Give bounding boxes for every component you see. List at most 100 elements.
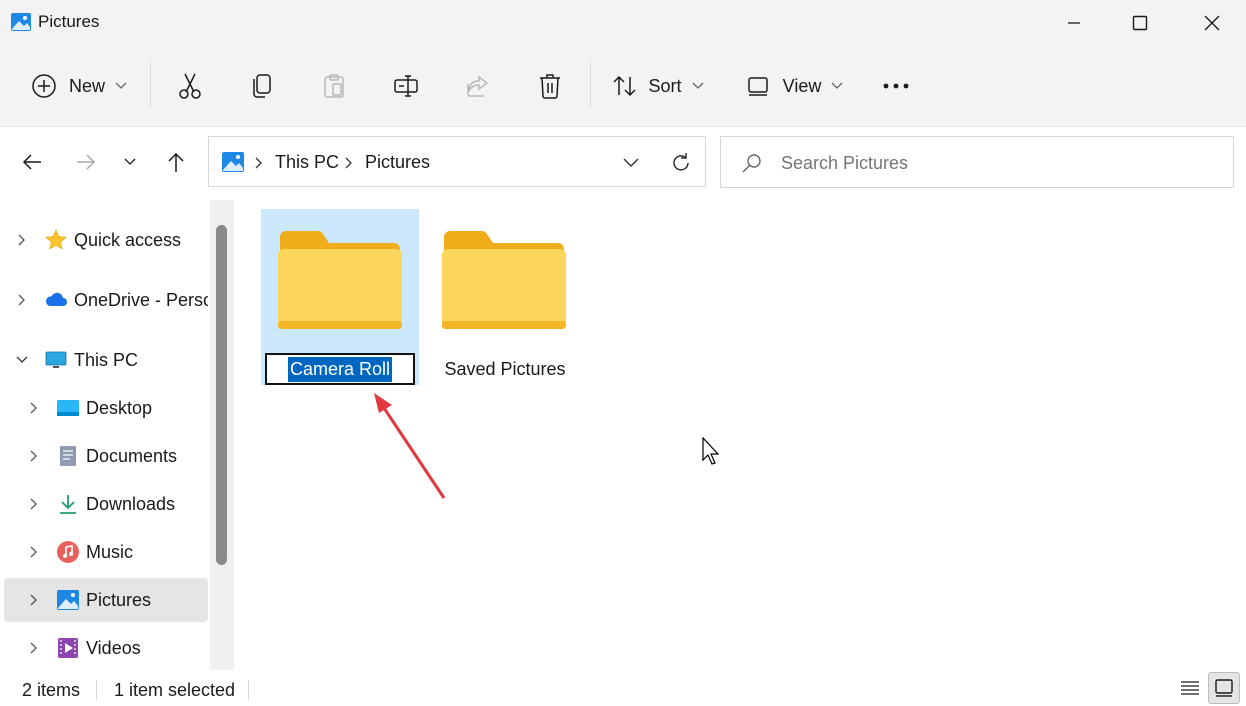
- sort-icon: [613, 75, 637, 97]
- minimize-button[interactable]: [1040, 0, 1108, 46]
- status-item-count: 2 items: [22, 680, 81, 700]
- sort-button[interactable]: Sort: [606, 64, 710, 108]
- maximize-button[interactable]: [1106, 0, 1174, 46]
- paste-button[interactable]: [312, 64, 356, 108]
- copy-button[interactable]: [240, 64, 284, 108]
- sidebar-item-pictures[interactable]: Pictures: [4, 578, 208, 622]
- arrow-up-icon: [168, 152, 184, 172]
- chevron-right-icon[interactable]: [26, 544, 42, 560]
- status-separator: [248, 680, 249, 700]
- sidebar-item-documents[interactable]: Documents: [4, 434, 208, 478]
- new-button[interactable]: New: [20, 64, 138, 108]
- sidebar-item-desktop[interactable]: Desktop: [4, 386, 208, 430]
- paste-icon: [324, 74, 344, 98]
- back-button[interactable]: [12, 142, 52, 182]
- desktop-icon: [57, 400, 79, 416]
- folder-name: Saved Pictures: [444, 359, 566, 379]
- arrow-right-icon: [77, 154, 96, 170]
- sort-label: Sort: [648, 75, 682, 96]
- sidebar-item-label: Pictures: [86, 589, 152, 610]
- search-input[interactable]: [779, 149, 1223, 177]
- minimize-icon: [1068, 22, 1080, 24]
- annotation-arrow: [374, 393, 446, 499]
- new-label: New: [68, 75, 105, 96]
- download-icon: [60, 495, 76, 514]
- chevron-right-icon[interactable]: [26, 496, 42, 512]
- details-view-icon: [1181, 681, 1199, 695]
- monitor-icon: [45, 351, 67, 368]
- refresh-button[interactable]: [667, 149, 695, 177]
- up-button[interactable]: [156, 142, 196, 182]
- rename-button[interactable]: [384, 64, 428, 108]
- chevron-right-icon: [345, 157, 352, 169]
- large-icons-view-button[interactable]: [1208, 672, 1240, 704]
- toolbar-separator: [590, 62, 591, 108]
- maximize-icon: [1132, 15, 1148, 31]
- chevron-down-icon[interactable]: [14, 352, 30, 368]
- chevron-right-icon[interactable]: [26, 448, 42, 464]
- details-view-button[interactable]: [1176, 674, 1204, 702]
- copy-icon: [253, 74, 271, 98]
- chevron-down-icon: [115, 82, 127, 89]
- folder-name-editing[interactable]: Camera Roll: [287, 356, 393, 382]
- breadcrumb-this-pc[interactable]: This PC: [275, 152, 339, 173]
- address-history-button[interactable]: [619, 151, 643, 175]
- sidebar-item-onedrive[interactable]: OneDrive - Perso: [4, 278, 208, 322]
- cut-icon: [179, 73, 201, 99]
- recent-locations-button[interactable]: [110, 142, 150, 182]
- pictures-icon: [222, 152, 244, 172]
- sidebar-item-label: Documents: [86, 445, 178, 466]
- more-options-button[interactable]: [872, 64, 920, 108]
- documents-icon: [60, 446, 76, 466]
- sidebar-item-label: Quick access: [74, 229, 182, 250]
- share-button[interactable]: [456, 64, 500, 108]
- chevron-right-icon[interactable]: [26, 400, 42, 416]
- chevron-right-icon[interactable]: [14, 232, 30, 248]
- chevron-down-icon: [831, 82, 843, 89]
- sidebar-item-label: Desktop: [86, 397, 153, 418]
- sidebar-item-this-pc[interactable]: This PC: [4, 338, 208, 382]
- sidebar-item-label: Downloads: [86, 493, 176, 514]
- folder-icon: [278, 231, 402, 329]
- plus-circle-icon: [32, 74, 56, 98]
- folder-icon: [442, 231, 566, 329]
- music-icon: [57, 541, 79, 563]
- sidebar-item-label: OneDrive - Perso: [74, 289, 208, 310]
- more-icon: [883, 83, 909, 89]
- refresh-icon: [673, 153, 689, 171]
- sidebar-item-label: This PC: [74, 349, 139, 370]
- folder-saved-pictures[interactable]: Saved Pictures: [426, 209, 584, 385]
- search-icon: [742, 154, 761, 173]
- share-icon: [467, 75, 489, 97]
- chevron-right-icon[interactable]: [26, 592, 42, 608]
- rename-textbox[interactable]: Camera Roll: [265, 353, 415, 385]
- navigation-pane: Quick access OneDrive - Perso This PC De…: [0, 200, 236, 670]
- address-bar[interactable]: This PC Pictures: [208, 136, 706, 187]
- search-box[interactable]: [720, 136, 1234, 188]
- view-button[interactable]: View: [740, 64, 850, 108]
- command-bar: New Sort View: [0, 46, 1246, 127]
- sidebar-item-videos[interactable]: Videos: [4, 626, 208, 670]
- folder-camera-roll[interactable]: Camera Roll: [261, 209, 419, 385]
- star-icon: [45, 229, 67, 250]
- delete-icon: [540, 74, 560, 99]
- pictures-icon: [57, 590, 79, 610]
- status-selection: 1 item selected: [114, 680, 236, 700]
- cut-button[interactable]: [168, 64, 212, 108]
- chevron-down-icon: [623, 158, 639, 167]
- sidebar-scrollbar-thumb[interactable]: [216, 225, 227, 565]
- sidebar-item-downloads[interactable]: Downloads: [4, 482, 208, 526]
- sidebar-item-music[interactable]: Music: [4, 530, 208, 574]
- sidebar-item-quick-access[interactable]: Quick access: [4, 218, 208, 262]
- tiles-view-icon: [1215, 679, 1233, 697]
- chevron-right-icon[interactable]: [26, 640, 42, 656]
- chevron-right-icon[interactable]: [14, 292, 30, 308]
- close-button[interactable]: [1178, 0, 1246, 46]
- delete-button[interactable]: [528, 64, 572, 108]
- status-separator: [96, 680, 97, 700]
- breadcrumb-pictures[interactable]: Pictures: [365, 152, 430, 173]
- chevron-down-icon: [124, 158, 136, 165]
- forward-button[interactable]: [66, 142, 106, 182]
- view-icon: [747, 77, 768, 96]
- view-label: View: [782, 75, 822, 96]
